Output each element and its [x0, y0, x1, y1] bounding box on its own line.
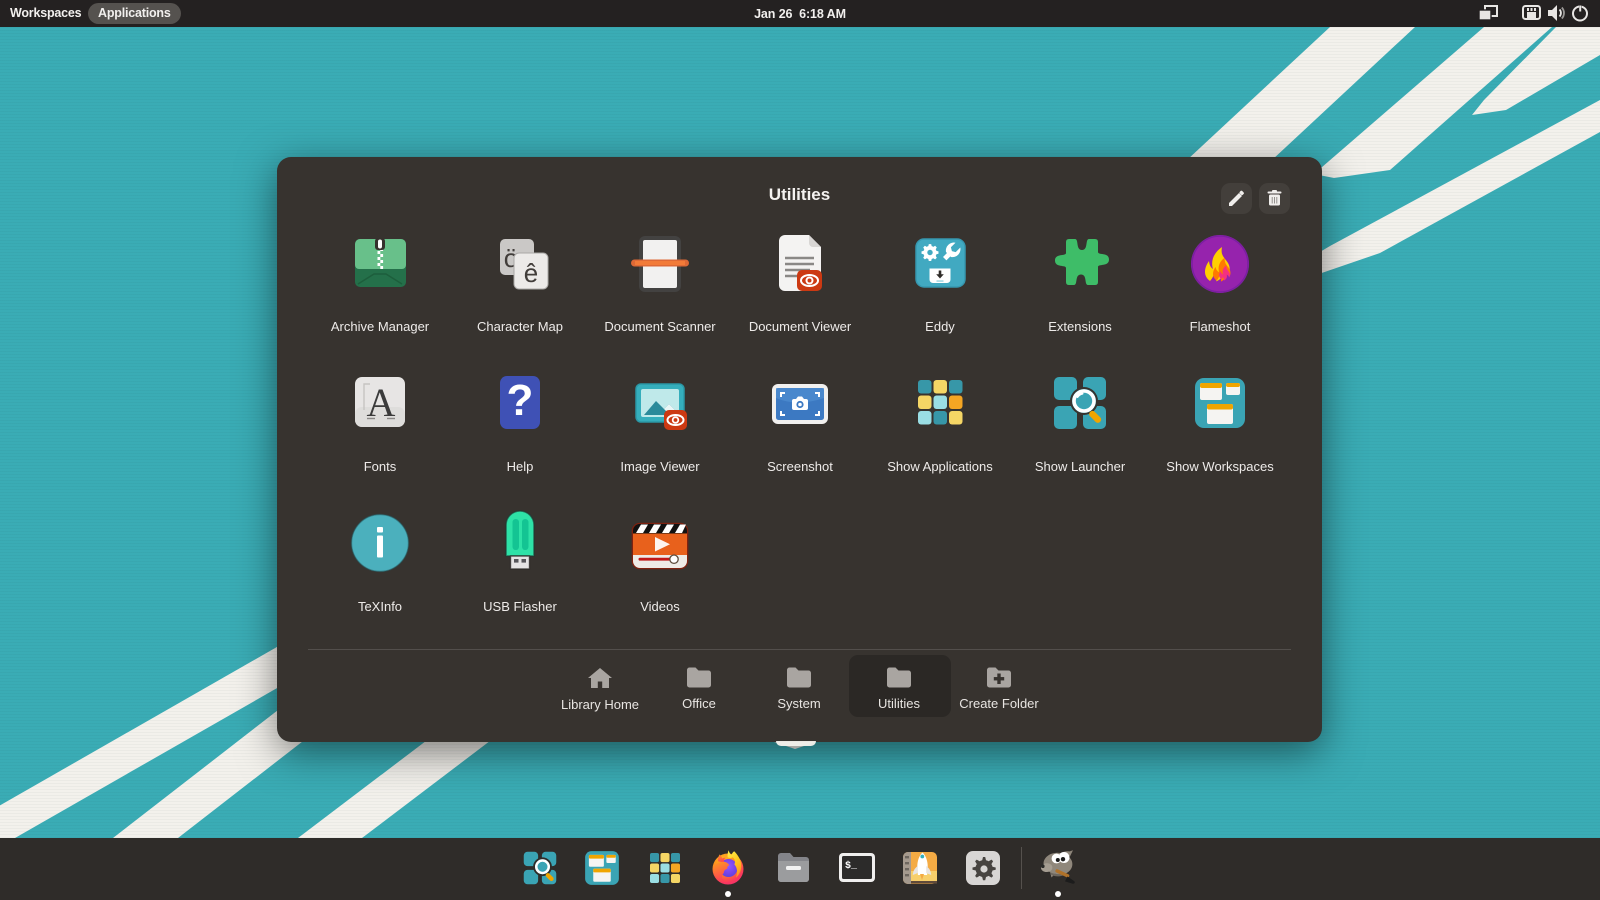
svg-text:?: ? — [507, 376, 534, 425]
svg-text:ê: ê — [524, 258, 538, 288]
svg-text:$_: $_ — [845, 860, 858, 872]
